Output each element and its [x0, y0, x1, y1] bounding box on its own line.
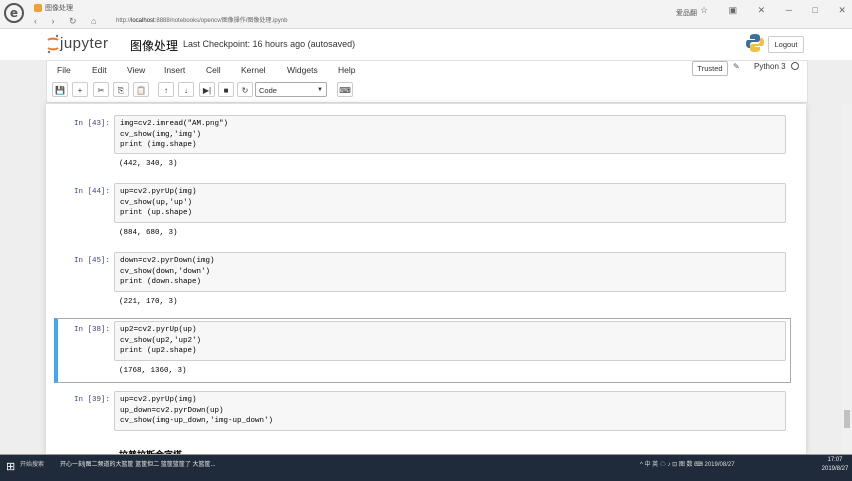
code-line: print (img.shape): [120, 141, 197, 149]
code-line: down=cv2.pyrDown(img): [120, 257, 215, 265]
windows-start-icon[interactable]: ⊞: [6, 460, 15, 473]
clock-time: 17:07: [827, 457, 843, 463]
system-tray[interactable]: ^ 中 英 ☁ ♪ ⊡ 图 数 ⌨ 2019/08/27: [640, 458, 810, 473]
taskbar-app-title[interactable]: 开心一刻|图二频道的大篮筐 篮筐但二 篮筐篮筐了 大篮筐...: [60, 458, 290, 473]
kernel-name[interactable]: Python 3: [754, 62, 786, 71]
cell-prompt: In [43]:: [73, 120, 110, 128]
cell-output: (442, 340, 3): [119, 160, 178, 168]
code-line: print (down.shape): [120, 278, 202, 286]
clock-date: 2019/8/27: [821, 466, 849, 472]
cell-prompt: In [44]:: [73, 188, 110, 196]
code-line: up_down=cv2.pyrDown(up): [120, 406, 224, 415]
code-line: cv_show(down,'down'): [120, 267, 211, 276]
cell-prompt: In [45]:: [73, 257, 110, 265]
code-cell-input[interactable]: img=cv2.imread("AM.png") cv_show(img,'im…: [114, 115, 786, 154]
jupyter-favicon-icon: [34, 4, 42, 13]
menu-kernel[interactable]: Kernel: [241, 61, 266, 79]
checkpoint-status: Last Checkpoint: 16 hours ago (autosaved…: [183, 39, 356, 49]
notebook-toolbar: 💾 + ✂ ⎘ 📋 ↑ ↓ ▶| ■ ↻ ⌨: [46, 79, 808, 103]
code-line: cv_show(up,'up'): [120, 198, 193, 207]
save-button[interactable]: 💾: [52, 82, 68, 97]
code-line: print (up.shape): [120, 209, 193, 217]
insert-cell-button[interactable]: +: [72, 82, 88, 97]
taskbar-clock[interactable]: 17:07 2019/8/27: [820, 456, 850, 474]
code-line: cv_show(img,'img'): [120, 130, 202, 139]
menu-widgets[interactable]: Widgets: [287, 61, 318, 79]
code-cell-input[interactable]: up=cv2.pyrUp(img) cv_show(up,'up') print…: [114, 183, 786, 223]
browser-tab[interactable]: 图像处理: [34, 2, 88, 15]
chevron-down-icon: ▼: [317, 87, 323, 93]
code-line: print (up2.shape): [120, 347, 197, 355]
url-path: :8888/notebooks/opencv/图像操作/图像处理.ipynb: [154, 18, 288, 24]
code-line: up=cv2.pyrUp(img): [120, 188, 197, 196]
url-prefix: http://: [116, 18, 132, 24]
edit-mode-pencil-icon: ✎: [733, 62, 740, 71]
trusted-indicator[interactable]: Trusted: [692, 61, 728, 76]
browser-logo-icon[interactable]: e: [4, 3, 24, 23]
jupyter-logo-icon[interactable]: [46, 33, 60, 55]
menu-file[interactable]: File: [57, 61, 71, 79]
code-line: cv_show(up2,'up2'): [120, 336, 202, 345]
python-logo-icon: [746, 34, 764, 52]
menu-help[interactable]: Help: [338, 61, 355, 79]
cut-cell-button[interactable]: ✂: [93, 82, 109, 97]
menu-view[interactable]: View: [127, 61, 145, 79]
browser-extension-label[interactable]: 爱品翻: [676, 8, 697, 18]
menu-insert[interactable]: Insert: [164, 61, 185, 79]
tab-title: 图像处理: [45, 5, 73, 12]
url-host: localhost: [131, 18, 155, 24]
kernel-status-indicator-icon: [791, 62, 799, 70]
cell-output: (1768, 1360, 3): [119, 367, 187, 375]
menu-edit[interactable]: Edit: [92, 61, 107, 79]
cell-type-select[interactable]: Code ▼: [255, 82, 327, 97]
cell-prompt: In [39]:: [73, 396, 110, 404]
code-cell-input[interactable]: down=cv2.pyrDown(img) cv_show(down,'down…: [114, 252, 786, 292]
jupyter-wordmark[interactable]: jupyter: [60, 35, 109, 52]
command-palette-button[interactable]: ⌨: [337, 82, 353, 97]
jupyter-header: [0, 29, 852, 60]
code-line: up2=cv2.pyrUp(up): [120, 326, 197, 334]
code-cell-input[interactable]: up=cv2.pyrUp(img) up_down=cv2.pyrDown(up…: [114, 391, 786, 431]
run-cell-button[interactable]: ▶|: [199, 82, 215, 97]
cell-type-value: Code: [259, 86, 277, 95]
code-cell-input[interactable]: up2=cv2.pyrUp(up) cv_show(up2,'up2') pri…: [114, 321, 786, 361]
move-up-button[interactable]: ↑: [158, 82, 174, 97]
window-controls[interactable]: ☆ ▣ ✕ ─ □ ✕: [700, 5, 852, 16]
cell-prompt: In [38]:: [73, 326, 110, 334]
notebook-name[interactable]: 图像处理: [130, 37, 178, 54]
code-line: up=cv2.pyrUp(img): [120, 396, 197, 404]
scrollbar-track[interactable]: [842, 104, 852, 454]
scrollbar-thumb[interactable]: [844, 410, 850, 428]
paste-cell-button[interactable]: 📋: [133, 82, 149, 97]
logout-button[interactable]: Logout: [768, 36, 804, 53]
code-line: img=cv2.imread("AM.png"): [120, 120, 229, 128]
menu-cell[interactable]: Cell: [206, 61, 221, 79]
interrupt-kernel-button[interactable]: ■: [218, 82, 234, 97]
copy-cell-button[interactable]: ⎘: [113, 82, 129, 97]
browser-nav-icons[interactable]: ‹ › ↻ ⌂: [34, 15, 102, 27]
address-bar[interactable]: http://localhost:8888/notebooks/opencv/图…: [116, 15, 636, 27]
cell-output: (221, 170, 3): [119, 298, 178, 306]
restart-kernel-button[interactable]: ↻: [237, 82, 253, 97]
code-line: cv_show(img-up_down,'img-up_down'): [120, 417, 274, 425]
move-down-button[interactable]: ↓: [178, 82, 194, 97]
cell-output: (884, 680, 3): [119, 229, 178, 237]
